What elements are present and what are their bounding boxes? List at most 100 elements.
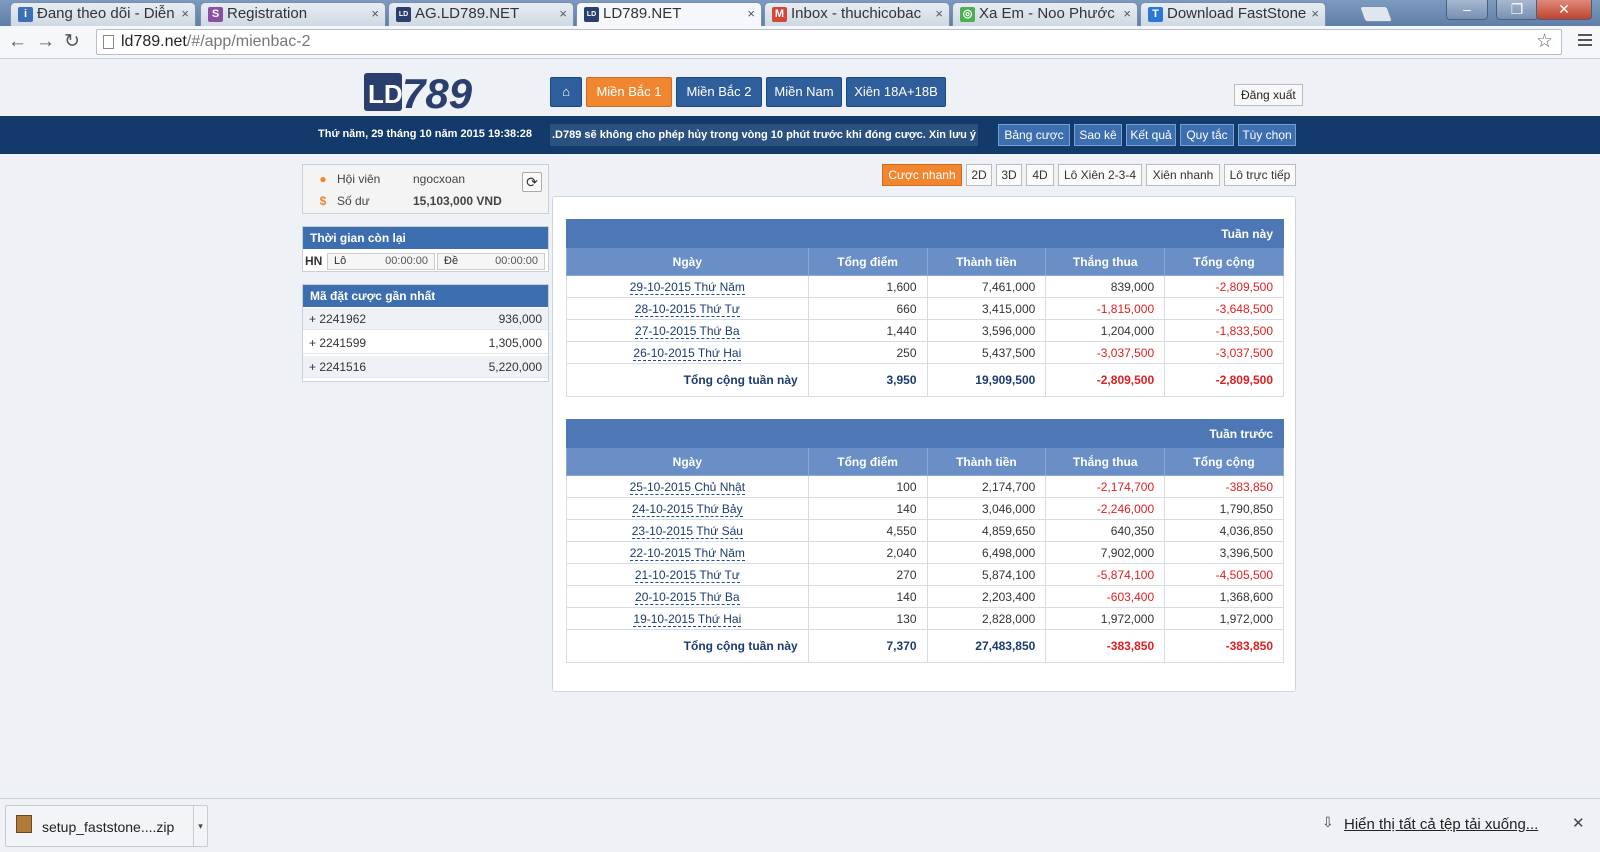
date-cell[interactable]: 28-10-2015 Thứ Tư	[566, 297, 809, 320]
date-cell[interactable]: 24-10-2015 Thứ Bảy	[566, 497, 809, 520]
close-download-bar-icon[interactable]: ✕	[1572, 814, 1585, 832]
column-header: Tổng cộng	[1164, 447, 1284, 476]
tab-close-icon[interactable]: ×	[1311, 3, 1319, 25]
total-cell: -383,850	[1164, 475, 1284, 498]
browser-tab[interactable]: S Registration ×	[200, 2, 386, 26]
browser-tab[interactable]: T Download FastStone ×	[1140, 2, 1326, 26]
user-icon: ●	[319, 172, 327, 186]
ld789-logo[interactable]: LD 789	[362, 70, 492, 114]
recent-bets-panel: Mã đặt cược gần nhất + 2241962 936,000 + 2…	[302, 284, 549, 382]
expand-plus-icon[interactable]: +	[309, 360, 319, 374]
date-link[interactable]: 22-10-2015 Thứ Năm	[629, 545, 745, 561]
expand-plus-icon[interactable]: +	[309, 336, 319, 350]
nav-item[interactable]: Miền Bắc 1	[586, 77, 672, 107]
forward-icon[interactable]: →	[36, 32, 55, 52]
balance-row: $ Số dư 15,103,000 VND	[315, 191, 502, 211]
browser-menu-icon[interactable]	[1578, 34, 1592, 49]
date-cell[interactable]: 20-10-2015 Thứ Ba	[566, 585, 809, 608]
window-close-icon[interactable]: ✕	[1536, 0, 1592, 20]
table-row: 29-10-2015 Thứ Năm 1,600 7,461,000 839,000-…	[566, 275, 1284, 298]
browser-tab[interactable]: LD LD789.NET ×	[576, 2, 762, 27]
date-cell[interactable]: 19-10-2015 Thứ Hai	[566, 607, 809, 630]
recent-bet-row[interactable]: + 2241962 936,000	[303, 308, 548, 330]
tab-close-icon[interactable]: ×	[747, 3, 755, 25]
download-options-icon[interactable]: ▾	[193, 806, 207, 846]
browser-tab[interactable]: M Inbox - thuchicobac ×	[764, 2, 950, 26]
new-tab-button[interactable]	[1359, 6, 1393, 22]
member-row: ● Hội viên ngocxoan	[315, 169, 465, 189]
date-link[interactable]: 23-10-2015 Thứ Sáu	[631, 523, 743, 539]
nav-item[interactable]: Xiên 18A+18B	[846, 77, 946, 107]
amount-cell: 5,874,100	[926, 563, 1047, 586]
recent-bet-row[interactable]: + 2241516 5,220,000	[303, 356, 548, 378]
total-cell: 1,368,600	[1164, 585, 1284, 608]
top-nav-button[interactable]: Sao kê	[1074, 124, 1122, 146]
total-points-cell: 3,950	[807, 363, 928, 397]
bet-type-tab[interactable]: 3D	[996, 164, 1022, 186]
tab-close-icon[interactable]: ×	[935, 3, 943, 25]
bet-type-tab[interactable]: 4D	[1026, 164, 1054, 186]
date-link[interactable]: 27-10-2015 Thứ Ba	[635, 323, 740, 339]
minimize-icon[interactable]: ‒	[1446, 0, 1488, 20]
top-nav-button[interactable]: Quy tắc	[1180, 124, 1234, 146]
top-nav-button[interactable]: Kết quả	[1126, 124, 1176, 146]
date-link[interactable]: 21-10-2015 Thứ Tư	[634, 567, 740, 583]
total-cell: 1,790,850	[1164, 497, 1284, 520]
date-link[interactable]: 29-10-2015 Thứ Năm	[629, 279, 745, 295]
table-header-row: Ngày Tổng điểm Thành tiền Thắng thua Tổng cộ…	[566, 447, 1284, 476]
date-link[interactable]: 28-10-2015 Thứ Tư	[634, 301, 740, 317]
top-nav-button[interactable]: Bảng cược	[998, 124, 1070, 146]
back-icon[interactable]: ←	[8, 32, 27, 52]
reload-icon[interactable]: ↻	[64, 32, 80, 52]
tab-close-icon[interactable]: ×	[1123, 3, 1131, 25]
browser-tab[interactable]: i Đang theo dõi - Diễn ×	[10, 2, 196, 26]
bet-type-tab[interactable]: Xiên nhanh	[1146, 164, 1220, 186]
total-amount-cell: 19,909,500	[926, 363, 1047, 397]
recent-bet-row[interactable]: + 2241599 1,305,000	[303, 332, 548, 354]
logout-button[interactable]: Đăng xuất	[1234, 84, 1303, 106]
expand-plus-icon[interactable]: +	[309, 312, 319, 326]
date-link[interactable]: 24-10-2015 Thứ Bảy	[632, 501, 743, 517]
recent-bets-title: Mã đặt cược gần nhất	[303, 285, 548, 307]
date-cell[interactable]: 22-10-2015 Thứ Năm	[566, 541, 809, 564]
bet-type-tab[interactable]: 2D	[966, 164, 992, 186]
time-remaining-title: Thời gian còn lại	[303, 227, 548, 249]
home-button[interactable]: ⌂	[550, 77, 582, 107]
total-cell: -3,648,500	[1164, 297, 1284, 320]
lo-label: Lô	[334, 255, 347, 267]
show-all-downloads-link[interactable]: Hiển thị tất cả tệp tải xuống...	[1344, 816, 1538, 833]
nav-item[interactable]: Miền Nam	[766, 77, 842, 107]
table-header-row: Ngày Tổng điểm Thành tiền Thắng thua Tổng cộ…	[566, 247, 1284, 276]
tab-close-icon[interactable]: ×	[371, 3, 379, 25]
date-cell[interactable]: 23-10-2015 Thứ Sáu	[566, 519, 809, 542]
bet-type-tab[interactable]: Cược nhanh	[882, 164, 962, 186]
nav-item[interactable]: Miền Bắc 2	[676, 77, 762, 107]
date-link[interactable]: 25-10-2015 Chủ Nhật	[629, 479, 746, 495]
date-link[interactable]: 20-10-2015 Thứ Ba	[635, 589, 740, 605]
refresh-button[interactable]: ⟳	[522, 172, 542, 192]
date-cell[interactable]: 26-10-2015 Thứ Hai	[566, 341, 809, 364]
winloss-cell: 640,350	[1045, 519, 1166, 542]
balance-value: 15,103,000 VND	[413, 194, 502, 208]
bet-type-tab[interactable]: Lô trực tiếp	[1224, 164, 1296, 186]
table-row: 28-10-2015 Thứ Tư 660 3,415,000 -1,815,000-…	[566, 297, 1284, 320]
date-cell[interactable]: 29-10-2015 Thứ Năm	[566, 275, 809, 298]
bet-type-tab[interactable]: Lô Xiên 2-3-4	[1058, 164, 1142, 186]
tab-close-icon[interactable]: ×	[559, 3, 567, 25]
tab-close-icon[interactable]: ×	[181, 3, 189, 25]
date-link[interactable]: 19-10-2015 Thứ Hai	[633, 611, 742, 627]
balance-label: Số dư	[337, 194, 370, 208]
maximize-icon[interactable]: ❐	[1496, 0, 1538, 20]
date-cell[interactable]: 21-10-2015 Thứ Tư	[566, 563, 809, 586]
bookmark-star-icon[interactable]: ☆	[1536, 30, 1553, 54]
date-cell[interactable]: 25-10-2015 Chủ Nhật	[566, 475, 809, 498]
url-field[interactable]: ld789.net/#/app/mienbac-2 ☆	[96, 29, 1562, 55]
table-row: 21-10-2015 Thứ Tư 270 5,874,100 -5,874,100-…	[566, 563, 1284, 586]
date-link[interactable]: 26-10-2015 Thứ Hai	[633, 345, 742, 361]
download-item[interactable]: setup_faststone....zip ▾	[5, 805, 208, 847]
browser-tab[interactable]: LD AG.LD789.NET ×	[388, 2, 574, 26]
browser-tab[interactable]: ◎ Xa Em - Noo Phước ×	[952, 2, 1138, 26]
winloss-cell: -603,400	[1045, 585, 1166, 608]
date-cell[interactable]: 27-10-2015 Thứ Ba	[566, 319, 809, 342]
top-nav-button[interactable]: Tùy chọn	[1238, 124, 1296, 146]
